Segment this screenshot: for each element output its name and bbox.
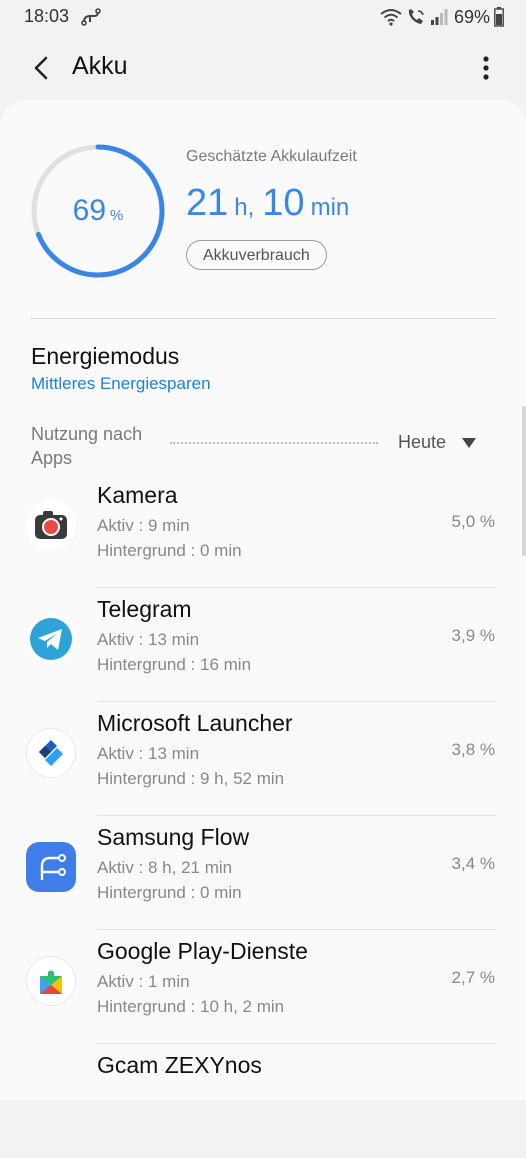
usage-label-line2: Apps bbox=[31, 448, 73, 468]
app-usage-percent: 5,0 % bbox=[451, 512, 495, 531]
scrollbar[interactable] bbox=[522, 406, 526, 556]
dotted-leader bbox=[170, 442, 378, 444]
more-options-icon[interactable] bbox=[474, 52, 498, 84]
app-usage-percent: 3,8 % bbox=[451, 740, 495, 759]
estimated-hours-unit: h, bbox=[234, 194, 255, 221]
app-name: Samsung Flow bbox=[97, 824, 250, 850]
estimated-minutes-unit: min bbox=[310, 194, 350, 221]
battery-level-label: 69 % bbox=[30, 143, 166, 279]
google-play-services-app-icon bbox=[26, 956, 76, 1006]
status-time: 18:03 bbox=[24, 6, 70, 26]
usage-label-line1: Nutzung nach bbox=[31, 424, 143, 444]
estimated-runtime: 21 h, 10 min bbox=[186, 182, 357, 225]
battery-usage-button[interactable]: Akkuverbrauch bbox=[186, 240, 327, 270]
wifi-calling-icon bbox=[408, 9, 424, 24]
section-divider bbox=[30, 318, 496, 319]
samsung-flow-app-icon bbox=[26, 842, 76, 892]
app-active-time: Aktiv : 13 min bbox=[97, 744, 200, 763]
period-dropdown-label: Heute bbox=[398, 432, 447, 452]
app-usage-row-samsung-flow[interactable]: Samsung Flow Aktiv : 8 h, 21 min Hinterg… bbox=[0, 816, 526, 930]
microsoft-launcher-app-icon bbox=[26, 728, 76, 778]
app-background-time: Hintergrund : 16 min bbox=[97, 655, 252, 674]
app-background-time: Hintergrund : 0 min bbox=[97, 541, 242, 560]
estimated-runtime-label: Geschätzte Akkulaufzeit bbox=[186, 148, 357, 165]
signal-icon bbox=[430, 9, 448, 25]
app-usage-row-google-play-services[interactable]: Google Play-Dienste Aktiv : 1 min Hinter… bbox=[0, 930, 526, 1044]
usage-by-apps-label: Nutzung nach Apps bbox=[31, 422, 142, 470]
app-name: Microsoft Launcher bbox=[97, 710, 293, 736]
app-background-time: Hintergrund : 0 min bbox=[97, 883, 242, 902]
energy-mode-title: Energiemodus bbox=[31, 343, 180, 369]
status-battery-percent: 69% bbox=[453, 6, 490, 27]
battery-level-number: 69 bbox=[72, 194, 107, 227]
estimated-minutes: 10 bbox=[262, 182, 305, 224]
wifi-icon bbox=[380, 9, 402, 26]
status-icons: 69% bbox=[380, 5, 504, 29]
app-usage-percent: 3,4 % bbox=[451, 854, 495, 873]
app-header: Akku bbox=[0, 36, 526, 100]
app-usage-row-telegram[interactable]: Telegram Aktiv : 13 min Hintergrund : 16… bbox=[0, 588, 526, 702]
status-bar: 18:03 69% bbox=[0, 0, 526, 34]
app-name: Telegram bbox=[97, 596, 192, 622]
estimated-hours: 21 bbox=[186, 182, 229, 224]
battery-icon bbox=[494, 7, 504, 27]
app-active-time: Aktiv : 8 h, 21 min bbox=[97, 858, 233, 877]
app-active-time: Aktiv : 1 min bbox=[97, 972, 190, 991]
back-icon[interactable] bbox=[26, 52, 58, 84]
link-icon bbox=[81, 8, 101, 26]
page-title: Akku bbox=[72, 52, 128, 80]
telegram-app-icon bbox=[26, 614, 76, 664]
energy-mode-value: Mittleres Energiesparen bbox=[31, 374, 211, 393]
app-usage-percent: 3,9 % bbox=[451, 626, 495, 645]
app-usage-row-kamera[interactable]: Kamera Aktiv : 9 min Hintergrund : 0 min… bbox=[0, 474, 526, 588]
period-dropdown[interactable]: Heute bbox=[398, 432, 477, 453]
app-name: Kamera bbox=[97, 482, 178, 508]
app-active-time: Aktiv : 13 min bbox=[97, 630, 200, 649]
app-usage-row-microsoft-launcher[interactable]: Microsoft Launcher Aktiv : 13 min Hinter… bbox=[0, 702, 526, 816]
app-usage-percent: 2,7 % bbox=[451, 968, 495, 987]
app-name: Google Play-Dienste bbox=[97, 938, 308, 964]
battery-card: 69 % Geschätzte Akkulaufzeit 21 h, 10 min A… bbox=[0, 100, 526, 1100]
app-active-time: Aktiv : 9 min bbox=[97, 516, 190, 535]
dropdown-caret-icon bbox=[462, 437, 477, 448]
app-usage-row-gcam[interactable]: Gcam ZEXYnos bbox=[0, 1044, 526, 1158]
app-name: Gcam ZEXYnos bbox=[97, 1052, 262, 1078]
camera-app-icon bbox=[26, 500, 76, 550]
battery-level-unit: % bbox=[110, 206, 124, 224]
app-background-time: Hintergrund : 10 h, 2 min bbox=[97, 997, 285, 1016]
app-background-time: Hintergrund : 9 h, 52 min bbox=[97, 769, 285, 788]
